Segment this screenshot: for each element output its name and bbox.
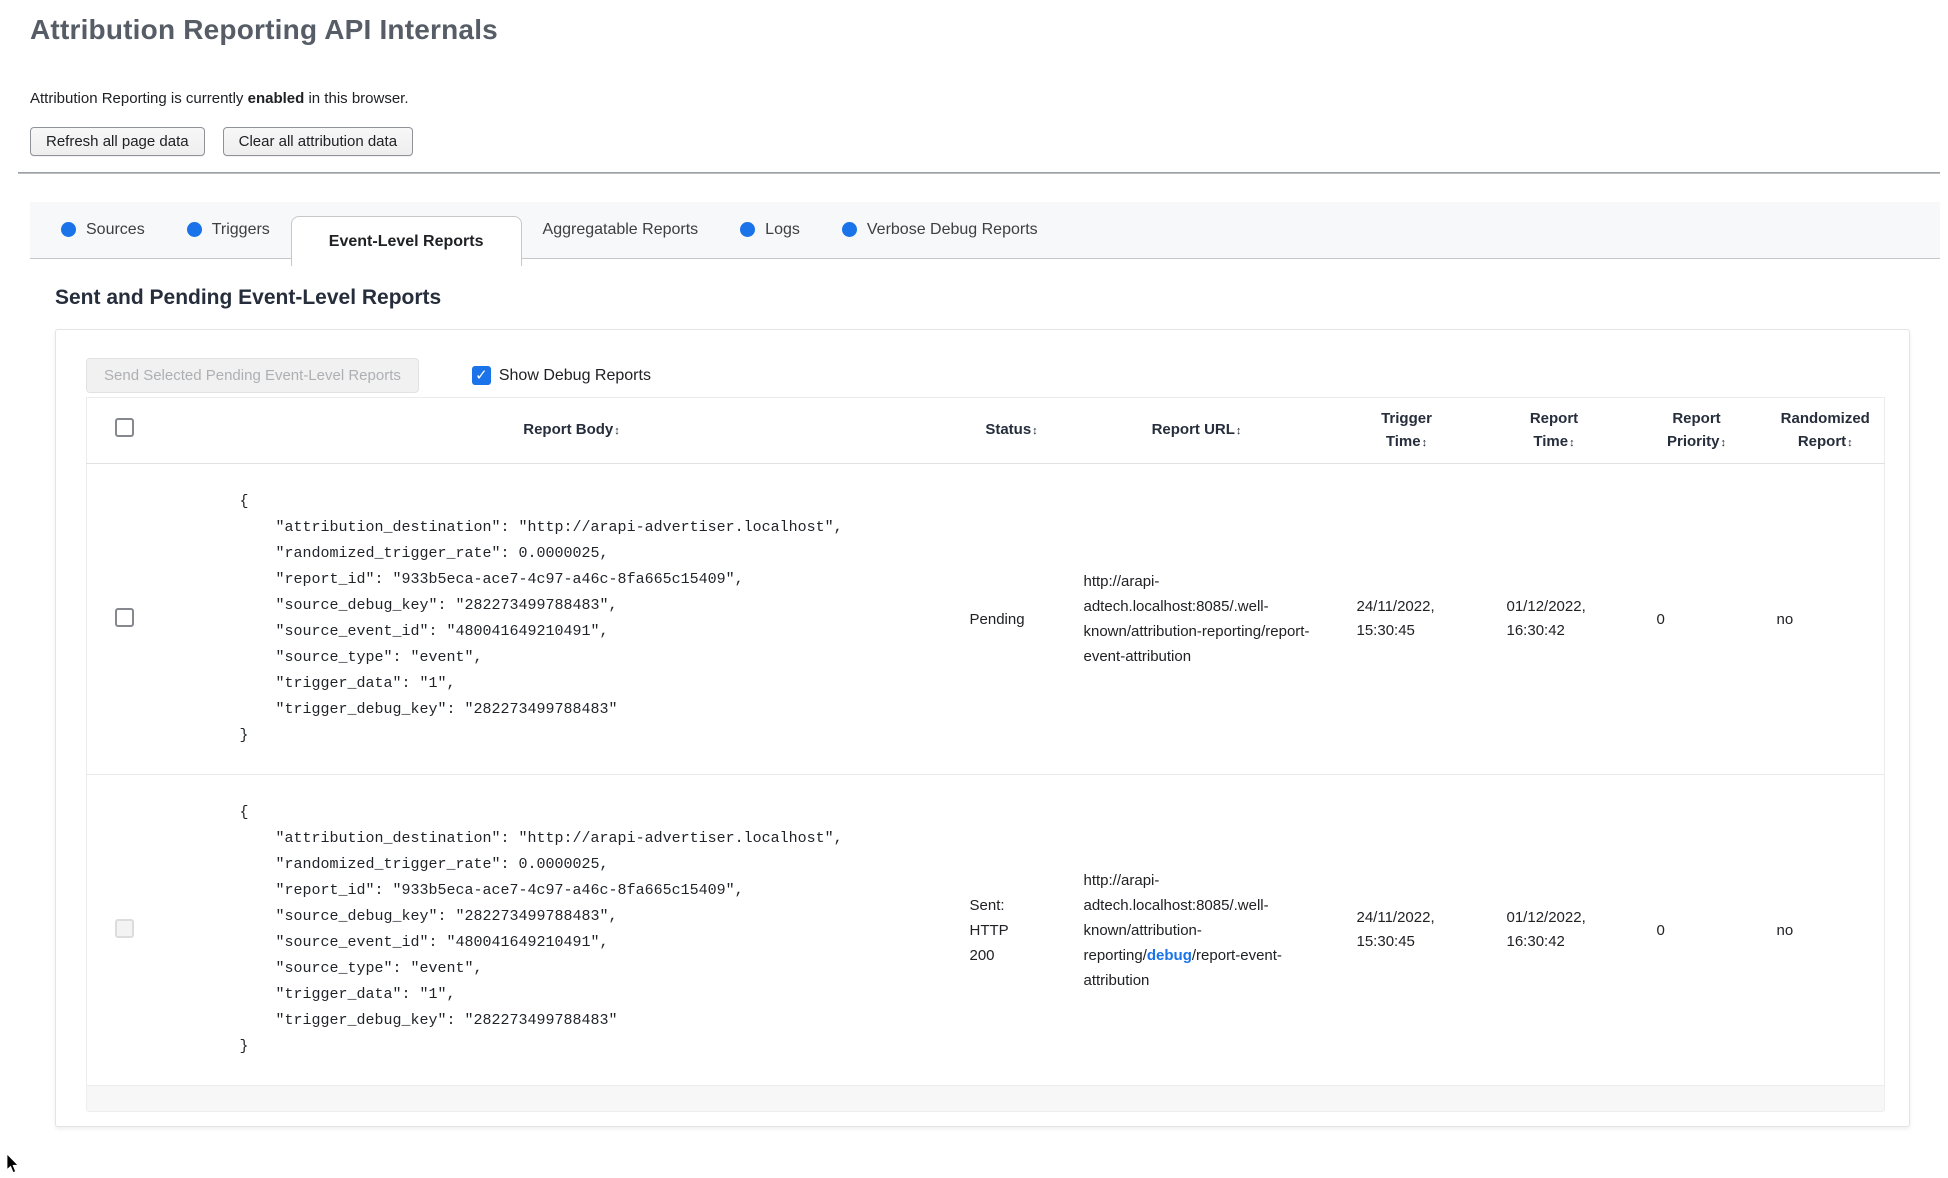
page-title: Attribution Reporting API Internals	[30, 14, 498, 45]
tab-label: Aggregatable Reports	[542, 220, 699, 238]
status-value: Pending	[969, 610, 1025, 628]
top-buttons: Refresh all page data Clear all attribut…	[30, 127, 1948, 156]
randomized-report-cell: no	[1767, 775, 1885, 1086]
report-url-cell: http://arapi-adtech.localhost:8085/.well…	[1062, 464, 1332, 775]
report-body-json: { "attribution_destination": "http://ara…	[239, 804, 843, 1055]
col-report-url[interactable]: Report URL↕	[1061, 397, 1332, 464]
refresh-all-button[interactable]: Refresh all page data	[30, 127, 205, 156]
sort-icon: ↕	[1847, 436, 1853, 449]
randomized-report-value: no	[1776, 921, 1794, 939]
report-body-cell: { "attribution_destination": "http://ara…	[182, 464, 962, 775]
section-title: Sent and Pending Event-Level Reports	[55, 286, 442, 309]
reports-table: Report Body↕ Status↕ Report URL↕ Trigger…	[86, 397, 1885, 1086]
status-suffix: in this browser.	[304, 90, 409, 107]
trigger-time-value: 24/11/2022, 15:30:45	[1356, 909, 1435, 950]
sort-icon: ↕	[1235, 425, 1242, 437]
report-time-value: 01/12/2022, 16:30:42	[1506, 598, 1586, 639]
col-trigger-time[interactable]: Trigger Time↕	[1331, 397, 1482, 464]
verbose-debug-dot-icon	[841, 222, 857, 237]
page-header: Attribution Reporting API Internals Attr…	[0, 0, 1948, 156]
debug-link[interactable]: debug	[1147, 947, 1192, 964]
report-controls: Send Selected Pending Event-Level Report…	[86, 358, 1885, 393]
tab-label: Event-Level Reports	[328, 232, 484, 250]
tab-label: Verbose Debug Reports	[866, 220, 1038, 238]
report-body-cell: { "attribution_destination": "http://ara…	[182, 775, 962, 1086]
report-url-value: http://arapi-adtech.localhost:8085/.well…	[1084, 868, 1322, 993]
sort-icon: ↕	[1032, 425, 1038, 437]
header-checkbox-cell	[86, 397, 182, 464]
row-checkbox-cell	[87, 775, 182, 1086]
status-cell: Sent: HTTP 200	[962, 775, 1062, 1086]
sort-icon: ↕	[1421, 436, 1428, 449]
col-label: Randomized Report	[1780, 409, 1870, 450]
col-label: Report Priority	[1666, 409, 1721, 450]
randomized-report-value: no	[1776, 610, 1794, 628]
col-report-body[interactable]: Report Body↕	[181, 397, 962, 464]
status-value: Sent: HTTP 200	[969, 896, 1009, 964]
tab-sources[interactable]: Sources	[40, 201, 166, 258]
tab-aggregatable-reports[interactable]: Aggregatable Reports	[522, 201, 720, 258]
report-priority-cell: 0	[1627, 464, 1767, 775]
show-debug-toggle[interactable]: ✓ Show Debug Reports	[471, 366, 651, 385]
select-all-checkbox[interactable]	[115, 417, 134, 437]
report-body-json: { "attribution_destination": "http://ara…	[239, 493, 843, 744]
report-row-pending: { "attribution_destination": "http://ara…	[86, 464, 1885, 775]
status-cell: Pending	[962, 464, 1062, 775]
col-label: Status	[985, 421, 1032, 438]
clear-all-button[interactable]: Clear all attribution data	[222, 127, 414, 156]
sort-icon: ↕	[1720, 436, 1727, 449]
randomized-report-cell: no	[1767, 464, 1885, 775]
checkmark-icon: ✓	[475, 367, 488, 384]
sort-icon: ↕	[614, 425, 620, 437]
tab-triggers[interactable]: Triggers	[166, 201, 291, 258]
show-debug-checkbox[interactable]: ✓	[471, 366, 491, 385]
col-report-time[interactable]: Report Time↕	[1481, 397, 1627, 464]
col-status[interactable]: Status↕	[961, 397, 1062, 464]
report-time-value: 01/12/2022, 16:30:42	[1506, 909, 1586, 950]
tab-event-level-reports[interactable]: Event-Level Reports	[290, 216, 522, 266]
tab-logs[interactable]: Logs	[719, 201, 821, 258]
row-checkbox-cell	[87, 464, 182, 775]
status-enabled: enabled	[247, 90, 305, 107]
report-priority-cell: 0	[1627, 775, 1767, 1086]
col-label: Report URL	[1151, 421, 1235, 438]
api-status-line: Attribution Reporting is currently enabl…	[30, 90, 1948, 107]
report-url-cell: http://arapi-adtech.localhost:8085/.well…	[1062, 775, 1332, 1086]
trigger-time-cell: 24/11/2022, 15:30:45	[1332, 464, 1482, 775]
report-time-cell: 01/12/2022, 16:30:42	[1482, 775, 1627, 1086]
row-select-checkbox[interactable]	[115, 607, 134, 627]
tab-label: Sources	[86, 220, 145, 238]
tab-label: Logs	[765, 220, 800, 238]
table-header-row: Report Body↕ Status↕ Report URL↕ Trigger…	[86, 397, 1885, 464]
tab-label: Triggers	[211, 220, 270, 238]
table-footer	[86, 1086, 1885, 1112]
report-priority-value: 0	[1656, 921, 1665, 939]
report-priority-value: 0	[1656, 610, 1665, 628]
trigger-time-cell: 24/11/2022, 15:30:45	[1332, 775, 1482, 1086]
report-url-value: http://arapi-adtech.localhost:8085/.well…	[1083, 573, 1310, 665]
mouse-cursor-icon	[6, 1154, 19, 1174]
report-time-cell: 01/12/2022, 16:30:42	[1482, 464, 1627, 775]
col-label: Report Body	[523, 421, 614, 438]
tab-bar: Sources Triggers Event-Level Reports Agg…	[30, 201, 1940, 266]
show-debug-label: Show Debug Reports	[498, 366, 651, 384]
report-row-sent: { "attribution_destination": "http://ara…	[87, 775, 1885, 1086]
row-select-checkbox-disabled	[115, 918, 134, 938]
sort-icon: ↕	[1569, 436, 1575, 449]
col-report-priority[interactable]: Report Priority↕	[1626, 397, 1767, 464]
tab-verbose-debug-reports[interactable]: Verbose Debug Reports	[821, 201, 1059, 258]
triggers-dot-icon	[186, 222, 202, 237]
col-randomized-report[interactable]: Randomized Report↕	[1766, 397, 1885, 464]
send-selected-reports-button[interactable]: Send Selected Pending Event-Level Report…	[86, 358, 419, 393]
logs-dot-icon	[740, 222, 756, 237]
divider	[18, 172, 1940, 174]
reports-panel: Send Selected Pending Event-Level Report…	[55, 329, 1910, 1127]
sources-dot-icon	[61, 222, 76, 237]
trigger-time-value: 24/11/2022, 15:30:45	[1356, 598, 1435, 639]
status-prefix: Attribution Reporting is currently	[30, 90, 248, 107]
